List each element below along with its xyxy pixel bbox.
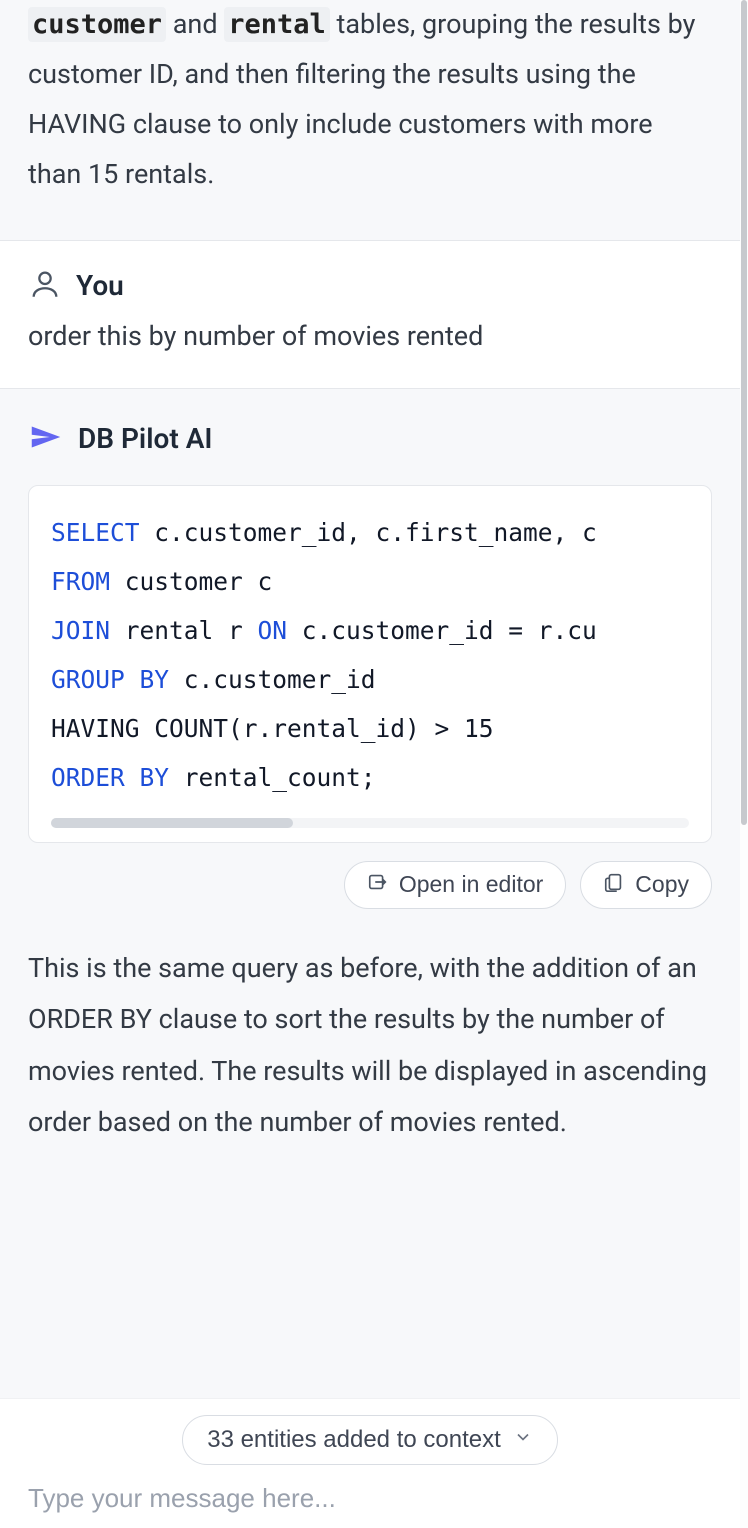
airplane-icon	[28, 419, 64, 459]
open-in-editor-icon	[367, 871, 389, 899]
vertical-scrollbar[interactable]	[740, 0, 748, 1528]
user-sender-label: You	[76, 269, 124, 302]
previous-ai-message: customer and rental tables, grouping the…	[0, 0, 740, 241]
message-input[interactable]	[28, 1483, 712, 1514]
open-in-editor-label: Open in editor	[399, 871, 543, 898]
code-actions: Open in editor Copy	[28, 861, 712, 909]
ai-message: DB Pilot AI SELECT c.customer_id, c.firs…	[0, 389, 740, 1528]
copy-label: Copy	[635, 871, 689, 898]
composer: 33 entities added to context	[0, 1398, 740, 1528]
context-entities-label: 33 entities added to context	[207, 1426, 501, 1454]
previous-ai-text: customer and rental tables, grouping the…	[28, 0, 712, 200]
sql-code-block: SELECT c.customer_id, c.first_name, c FR…	[28, 485, 712, 843]
vertical-scrollbar-thumb[interactable]	[741, 0, 747, 825]
inline-code-customer: customer	[28, 7, 166, 42]
user-icon	[28, 267, 62, 305]
sql-code-content[interactable]: SELECT c.customer_id, c.first_name, c FR…	[51, 508, 689, 802]
ai-explanation: This is the same query as before, with t…	[28, 943, 712, 1148]
user-message: You order this by number of movies rente…	[0, 241, 740, 389]
ai-message-header: DB Pilot AI	[28, 419, 712, 459]
chevron-down-icon	[513, 1426, 533, 1454]
user-message-header: You	[28, 267, 712, 305]
clipboard-icon	[603, 871, 625, 899]
code-horizontal-scrollbar[interactable]	[51, 818, 689, 828]
context-entities-pill[interactable]: 33 entities added to context	[182, 1415, 558, 1465]
copy-button[interactable]: Copy	[580, 861, 712, 909]
code-horizontal-scrollbar-thumb[interactable]	[51, 818, 293, 828]
ai-sender-label: DB Pilot AI	[78, 422, 212, 455]
user-message-content: order this by number of movies rented	[28, 315, 712, 358]
inline-code-rental: rental	[224, 7, 330, 42]
open-in-editor-button[interactable]: Open in editor	[344, 861, 566, 909]
